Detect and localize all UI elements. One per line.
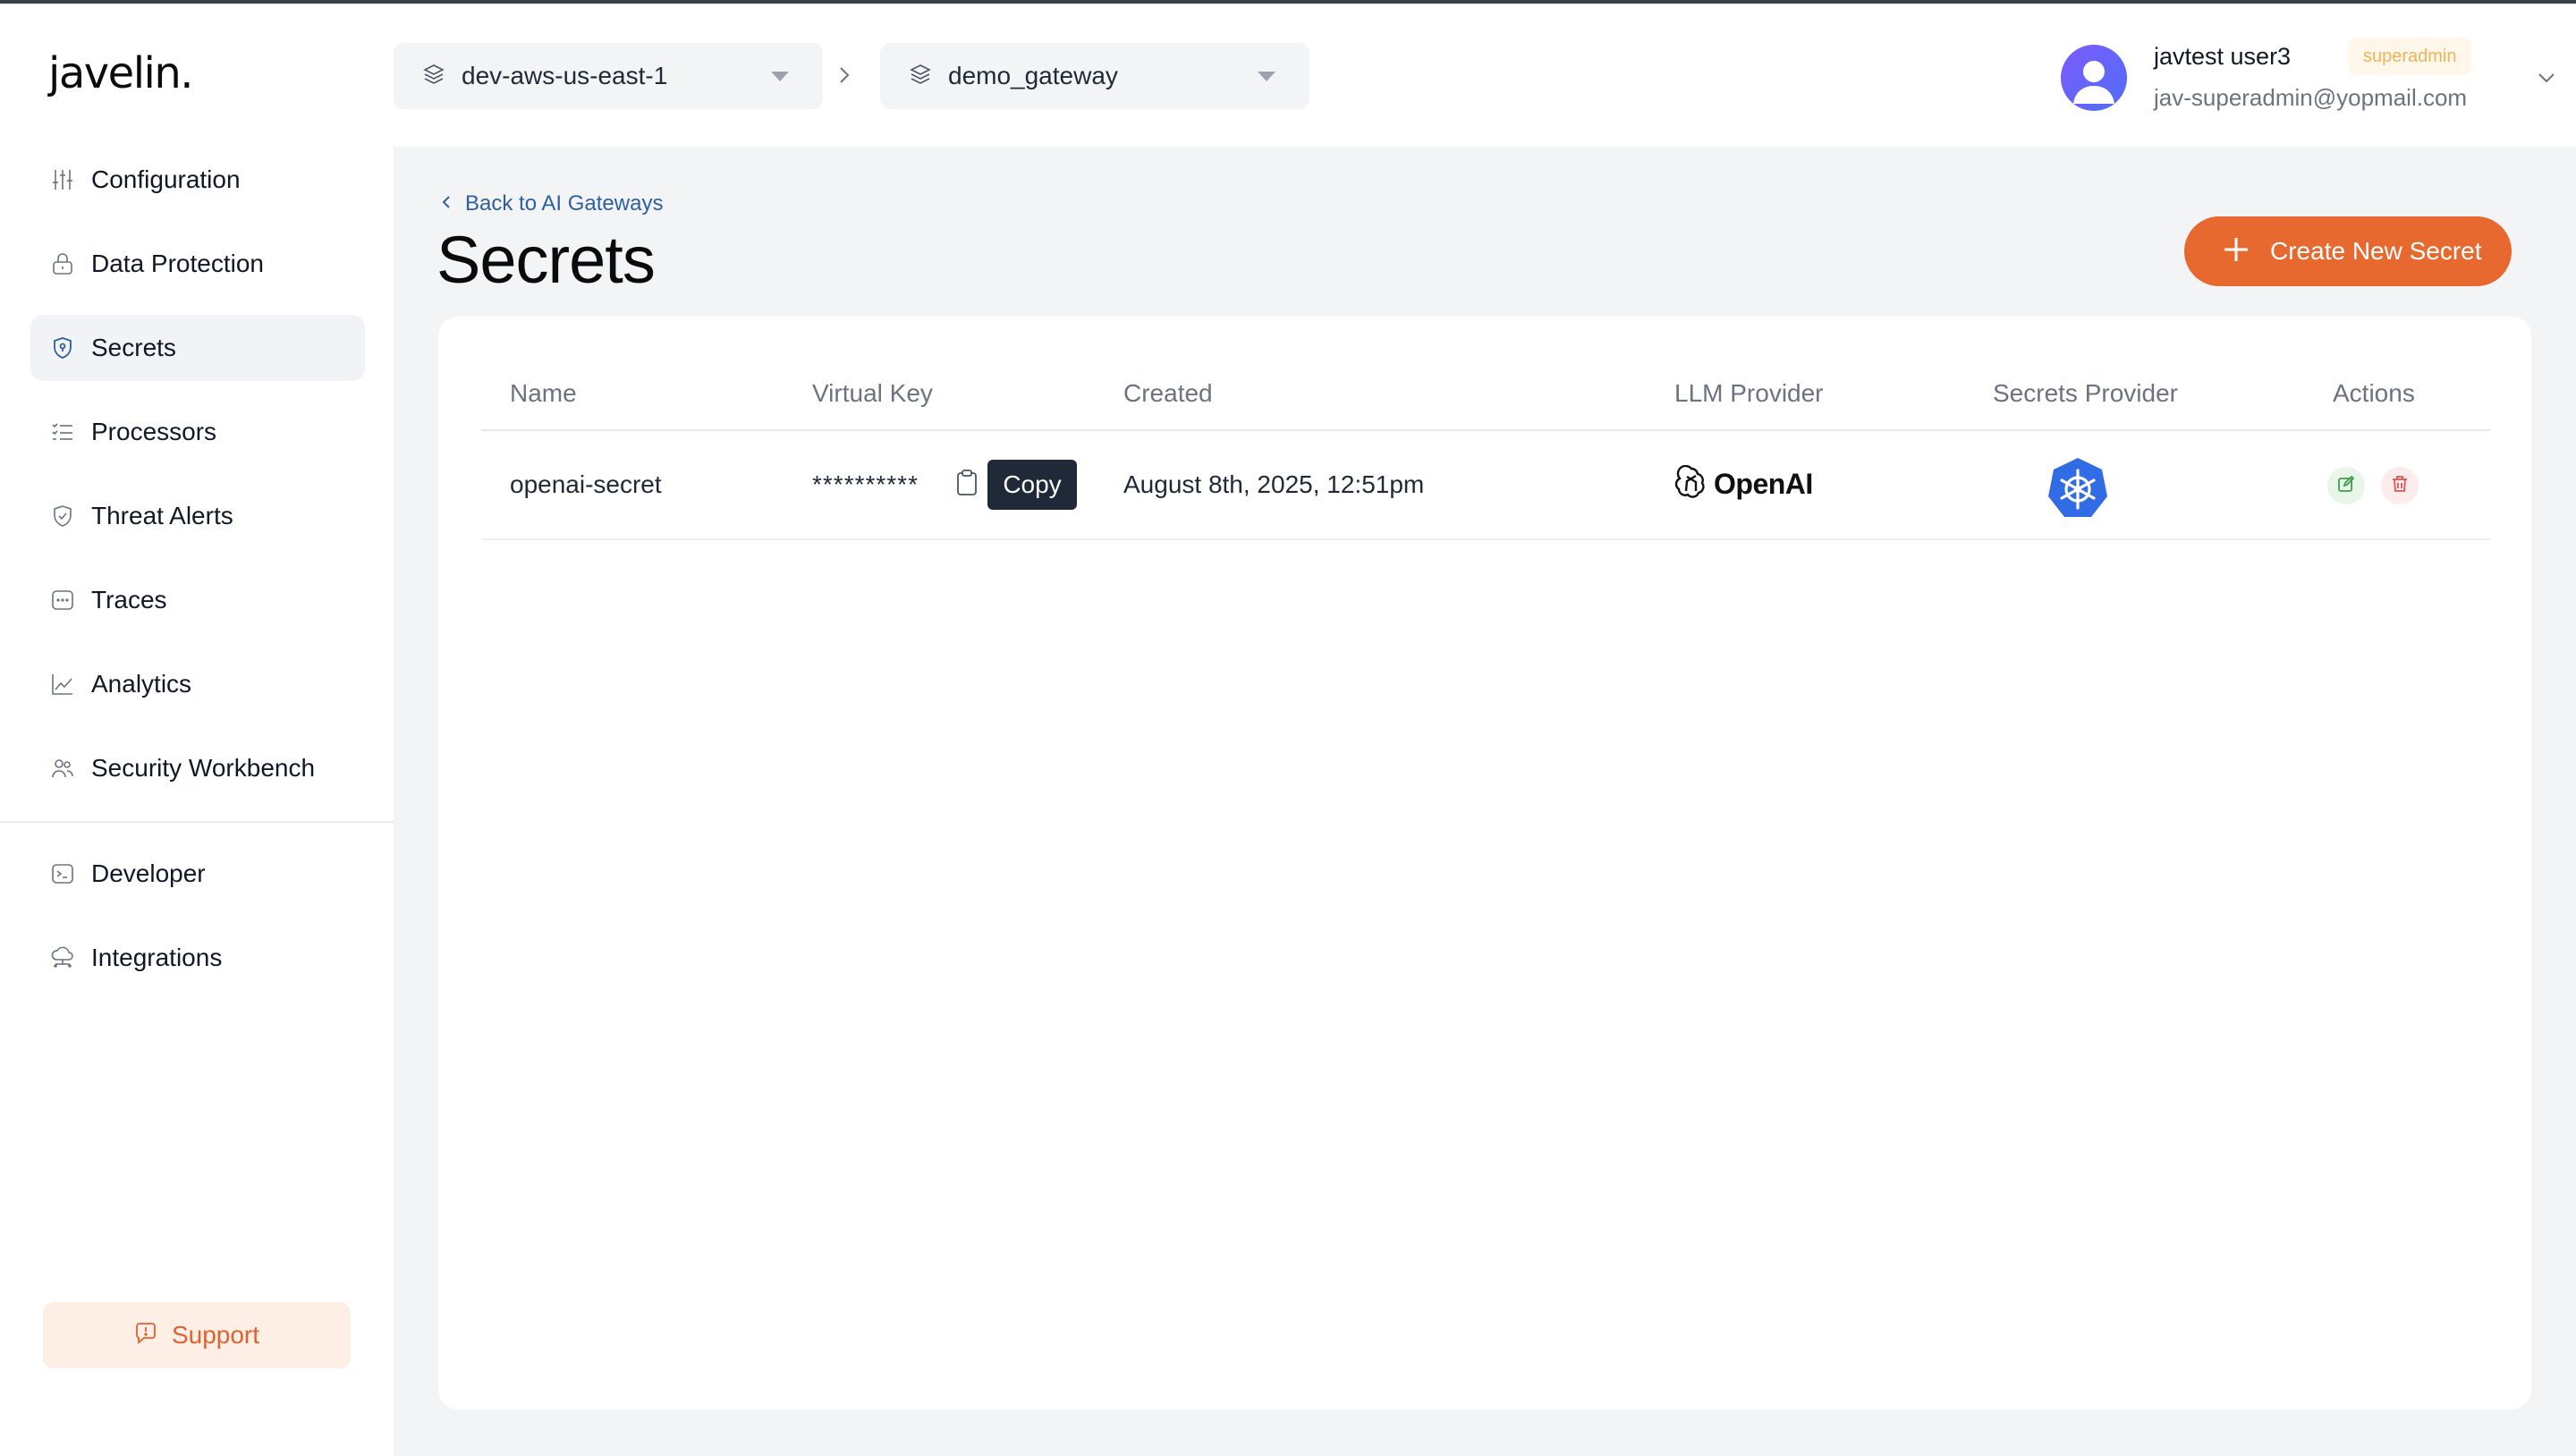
kubernetes-icon bbox=[2046, 456, 2109, 523]
role-badge: superadmin bbox=[2349, 38, 2471, 75]
user-name: javtest user3 bbox=[2154, 43, 2292, 70]
gateway-selector[interactable]: demo_gateway bbox=[880, 43, 1309, 109]
sidebar-item-configuration[interactable]: Configuration bbox=[30, 147, 365, 213]
column-header-virtual-key: Virtual Key bbox=[812, 379, 933, 407]
llm-provider-openai: OpenAI bbox=[1674, 464, 1813, 504]
sliders-icon bbox=[50, 167, 75, 192]
list-check-icon bbox=[50, 419, 75, 444]
clipboard-icon[interactable] bbox=[955, 469, 979, 502]
support-icon bbox=[134, 1322, 157, 1350]
sidebar-item-developer[interactable]: Developer bbox=[30, 841, 365, 907]
shield-check-icon bbox=[50, 504, 75, 529]
back-link-label: Back to AI Gateways bbox=[465, 191, 664, 216]
sidebar-divider bbox=[0, 821, 394, 823]
edit-icon bbox=[2336, 474, 2356, 498]
page-title: Secrets bbox=[436, 223, 656, 297]
secrets-card: Name Virtual Key Created LLM Provider Se… bbox=[438, 317, 2531, 1409]
create-new-secret-button[interactable]: Create New Secret bbox=[2184, 216, 2512, 286]
cloud-network-icon bbox=[50, 945, 75, 970]
column-header-name: Name bbox=[510, 379, 577, 407]
shield-key-icon bbox=[50, 335, 75, 360]
line-chart-icon bbox=[50, 672, 75, 697]
table-row: openai-secret ********** Copy August 8th… bbox=[481, 431, 2490, 540]
created-date: August 8th, 2025, 12:51pm bbox=[1123, 470, 1425, 498]
delete-secret-button[interactable] bbox=[2381, 467, 2419, 504]
secret-name: openai-secret bbox=[510, 470, 662, 498]
sidebar-item-label: Threat Alerts bbox=[91, 502, 233, 529]
sidebar-item-label: Analytics bbox=[91, 670, 192, 698]
table-header: Name Virtual Key Created LLM Provider Se… bbox=[481, 360, 2490, 431]
sidebar-item-data-protection[interactable]: Data Protection bbox=[30, 231, 365, 297]
sidebar-item-analytics[interactable]: Analytics bbox=[30, 651, 365, 717]
lock-icon bbox=[50, 251, 75, 276]
sidebar-item-label: Traces bbox=[91, 586, 167, 614]
column-header-created: Created bbox=[1123, 379, 1213, 407]
environment-selector[interactable]: dev-aws-us-east-1 bbox=[394, 43, 823, 109]
layers-icon bbox=[909, 63, 932, 90]
chevron-left-icon bbox=[440, 192, 453, 216]
terminal-icon bbox=[50, 861, 75, 886]
openai-logo-icon bbox=[1674, 464, 1708, 504]
sidebar-item-threat-alerts[interactable]: Threat Alerts bbox=[30, 483, 365, 549]
sidebar-item-label: Data Protection bbox=[91, 250, 264, 277]
edit-secret-button[interactable] bbox=[2327, 467, 2365, 504]
sidebar-item-label: Processors bbox=[91, 418, 217, 445]
support-label: Support bbox=[171, 1321, 260, 1349]
secrets-table: Name Virtual Key Created LLM Provider Se… bbox=[481, 360, 2490, 540]
user-menu[interactable]: javtest user3 superadmin jav-superadmin@… bbox=[2061, 38, 2562, 118]
sidebar-item-label: Configuration bbox=[91, 165, 241, 193]
sidebar-item-security-workbench[interactable]: Security Workbench bbox=[30, 735, 365, 801]
main-content: Back to AI Gateways Secrets Create New S… bbox=[394, 147, 2576, 1456]
sidebar-secondary-nav: Developer Integrations bbox=[30, 841, 365, 1009]
column-header-llm-provider: LLM Provider bbox=[1674, 379, 1824, 407]
support-button[interactable]: Support bbox=[43, 1302, 351, 1368]
llm-provider-label: OpenAI bbox=[1714, 468, 1813, 500]
virtual-key-masked: ********** bbox=[812, 470, 919, 498]
sidebar-item-integrations[interactable]: Integrations bbox=[30, 925, 365, 991]
chevron-down-icon[interactable] bbox=[2535, 66, 2558, 94]
app-logo[interactable]: javelin. bbox=[48, 48, 194, 98]
trash-icon bbox=[2390, 474, 2410, 498]
sidebar: javelin. Configuration Data Protection S… bbox=[0, 4, 394, 1456]
column-header-actions: Actions bbox=[2333, 379, 2415, 407]
user-email: jav-superadmin@yopmail.com bbox=[2154, 84, 2468, 111]
back-link[interactable]: Back to AI Gateways bbox=[440, 191, 663, 216]
avatar bbox=[2061, 45, 2127, 111]
layers-icon bbox=[422, 63, 445, 90]
copy-tooltip: Copy bbox=[987, 460, 1077, 510]
sidebar-item-traces[interactable]: Traces bbox=[30, 567, 365, 633]
sidebar-item-label: Secrets bbox=[91, 334, 176, 361]
users-icon bbox=[50, 756, 75, 781]
column-header-secrets-provider: Secrets Provider bbox=[1993, 379, 2178, 407]
sidebar-item-secrets[interactable]: Secrets bbox=[30, 315, 365, 381]
sidebar-item-processors[interactable]: Processors bbox=[30, 399, 365, 465]
plus-icon bbox=[2222, 235, 2250, 268]
caret-down-icon bbox=[1258, 72, 1275, 81]
sidebar-item-label: Integrations bbox=[91, 944, 223, 971]
sidebar-item-label: Developer bbox=[91, 859, 206, 887]
environment-selector-value: dev-aws-us-east-1 bbox=[462, 62, 668, 89]
caret-down-icon bbox=[771, 72, 789, 81]
top-header: dev-aws-us-east-1 demo_gateway javtest u… bbox=[394, 4, 2576, 147]
gateway-selector-value: demo_gateway bbox=[948, 62, 1118, 89]
chevron-right-icon bbox=[835, 63, 853, 92]
create-button-label: Create New Secret bbox=[2270, 237, 2482, 265]
trace-box-icon bbox=[50, 588, 75, 613]
sidebar-nav: Configuration Data Protection Secrets Pr… bbox=[30, 147, 365, 819]
sidebar-item-label: Security Workbench bbox=[91, 754, 316, 782]
